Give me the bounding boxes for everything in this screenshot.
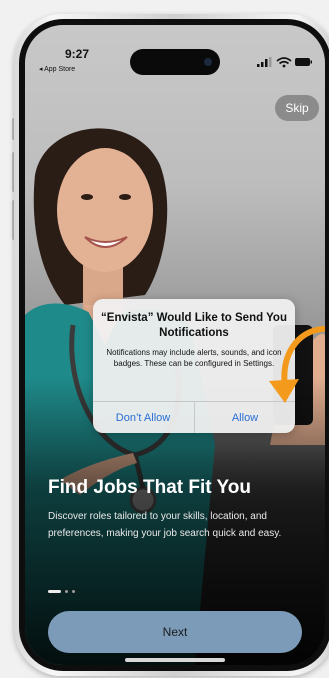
home-indicator (125, 658, 225, 662)
wifi-icon (276, 57, 292, 68)
back-to-app-store-link[interactable]: ◂ App Store (39, 65, 75, 73)
dont-allow-button[interactable]: Don’t Allow (93, 402, 193, 433)
onboarding-headline: Find Jobs That Fit You (48, 477, 252, 498)
phone-frame: 9:27 ◂ App Store Skip “Envista” Would Li… (14, 14, 329, 676)
page-dot (72, 590, 75, 593)
app-screen: 9:27 ◂ App Store Skip “Envista” Would Li… (25, 25, 325, 665)
signal-icon (257, 57, 272, 67)
status-time: 9:27 (65, 47, 90, 61)
camera-icon (204, 58, 212, 66)
screenshot-canvas: 9:27 ◂ App Store Skip “Envista” Would Li… (0, 0, 329, 678)
page-dot-active (48, 590, 61, 593)
battery-icon (295, 58, 312, 66)
page-indicator (48, 590, 75, 593)
curved-arrow-icon (269, 326, 325, 403)
status-icons (257, 57, 312, 68)
skip-button[interactable]: Skip (275, 95, 319, 121)
onboarding-description: Discover roles tailored to your skills, … (48, 511, 282, 539)
page-dot (65, 590, 68, 593)
dynamic-island (130, 49, 220, 75)
next-button[interactable]: Next (48, 611, 302, 653)
